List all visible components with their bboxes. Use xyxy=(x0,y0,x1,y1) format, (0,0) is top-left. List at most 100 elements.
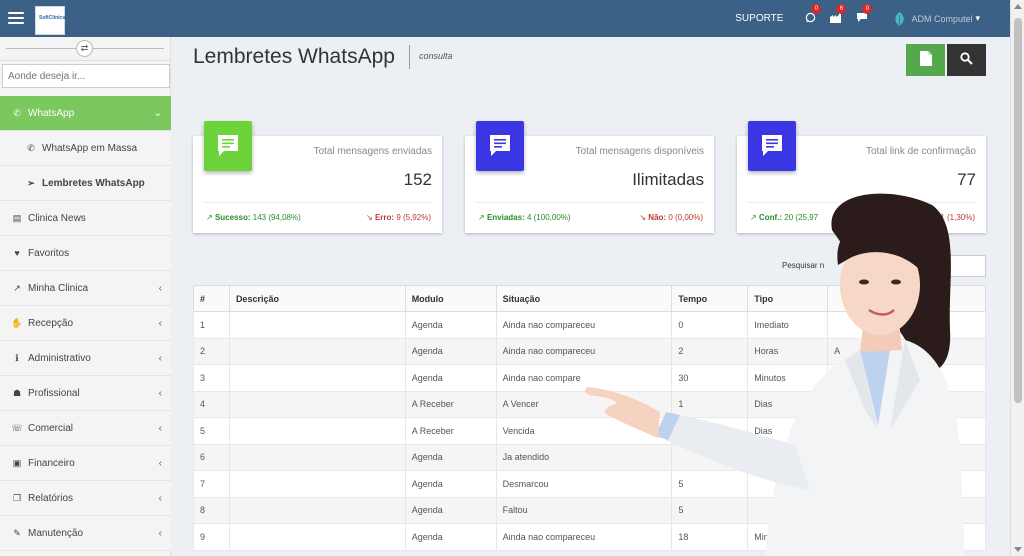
sidebar-item-minha-clinica[interactable]: ↗ Minha Clinica ‹ xyxy=(0,271,171,306)
card-left-value: 143 (94,08%) xyxy=(252,213,301,222)
newspaper-icon: ▤ xyxy=(12,212,22,223)
whatsapp-icon: ✆ xyxy=(13,107,21,118)
sidebar-item-administrativo[interactable]: ℹ Administrativo ‹ xyxy=(0,341,171,376)
sidebar-item-whatsapp[interactable]: ✆ WhatsApp ⌄ xyxy=(0,96,171,131)
factory-notification-icon[interactable]: 6 xyxy=(830,3,847,26)
chat-notification-icon[interactable]: 0 xyxy=(856,3,873,26)
card-title: Total link de confirmação xyxy=(865,146,976,157)
table-cell xyxy=(228,311,406,339)
card-title: Total mensagens enviadas xyxy=(313,146,432,157)
notification-badge: 6 xyxy=(836,3,847,14)
sidebar-item-label: Lembretes WhatsApp xyxy=(42,177,145,189)
column-header[interactable]: Descrição xyxy=(228,285,406,312)
whatsapp-notification-icon[interactable]: 0 xyxy=(805,3,822,26)
table-cell xyxy=(228,496,406,524)
search-icon xyxy=(960,52,973,65)
table-cell xyxy=(228,470,406,498)
table-cell: 6 xyxy=(193,443,230,471)
divider xyxy=(203,202,432,203)
search-button[interactable] xyxy=(947,44,986,76)
swap-icon[interactable]: ⇄ xyxy=(76,40,93,57)
table-cell xyxy=(228,417,406,445)
sidebar-item-whatsapp-em-massa[interactable]: ✆ WhatsApp em Massa xyxy=(0,131,171,166)
trend-up-icon: ↗ xyxy=(478,213,487,222)
scroll-down-icon[interactable] xyxy=(1014,547,1022,552)
doctor-photo xyxy=(584,193,965,556)
file-icon xyxy=(919,51,932,66)
app-logo[interactable]: SoftClinica xyxy=(35,6,65,35)
scrollbar-thumb[interactable] xyxy=(1014,18,1022,403)
sidebar-item-recep-o[interactable]: ✋ Recepção ‹ xyxy=(0,306,171,341)
column-header[interactable]: # xyxy=(193,285,230,312)
chevron-left-icon: ‹ xyxy=(158,282,162,294)
sidebar-item-manuten-o[interactable]: ✎ Manutenção ‹ xyxy=(0,516,171,551)
card-left-label: Enviadas: xyxy=(486,213,525,222)
table-cell xyxy=(228,523,406,551)
notification-badge: 0 xyxy=(862,3,873,14)
page-scrollbar[interactable] xyxy=(1010,0,1024,556)
table-cell: Agenda xyxy=(404,311,497,339)
new-document-button[interactable] xyxy=(906,44,945,76)
sidebar-item-label: Manutenção xyxy=(28,527,84,539)
sidebar-item-label: Financeiro xyxy=(28,457,75,469)
sidebar-item-label: Administrativo xyxy=(28,352,91,364)
chevron-left-icon: ‹ xyxy=(158,352,162,364)
sidebar-item-favoritos[interactable]: ♥ Favoritos xyxy=(0,236,171,271)
top-navbar: SoftClinica SUPORTE 0 6 0 ADM Computel ▾ xyxy=(0,0,1010,37)
table-cell: Agenda xyxy=(404,496,497,524)
card-title: Total mensagens disponíveis xyxy=(575,146,704,157)
table-cell: 3 xyxy=(193,364,230,392)
message-icon xyxy=(748,121,796,171)
card-footer-left: ↗ Sucesso: 143 (94,08%) xyxy=(206,213,301,222)
sidebar-item-financeiro[interactable]: ▣ Financeiro ‹ xyxy=(0,446,171,481)
sidebar-item-relat-rios[interactable]: ❐ Relatórios ‹ xyxy=(0,481,171,516)
table-cell: Agenda xyxy=(404,364,497,392)
trend-up-icon: ↗ xyxy=(206,213,215,222)
sidebar-toggle-row: ⇄ xyxy=(0,37,170,61)
trend-down-icon: ↘ xyxy=(366,213,375,222)
table-cell xyxy=(228,443,406,471)
chart-icon: ↗ xyxy=(13,282,21,293)
card-right-value: 9 (5,92%) xyxy=(396,213,431,222)
sidebar-item-comercial[interactable]: ☏ Comercial ‹ xyxy=(0,411,171,446)
title-divider xyxy=(409,45,410,69)
leaf-icon xyxy=(895,11,905,26)
sidebar-item-label: Minha Clinica xyxy=(28,282,89,294)
send-icon: ➢ xyxy=(27,177,35,188)
support-link[interactable]: SUPORTE xyxy=(735,13,783,24)
card-left-label: Sucesso: xyxy=(214,213,251,222)
card-footer-left: ↗ Enviadas: 4 (100,00%) xyxy=(478,213,571,222)
card-value: 152 xyxy=(403,170,432,189)
chevron-left-icon: ‹ xyxy=(158,492,162,504)
stat-card: Total mensagens enviadas 152 ↗ Sucesso: 14… xyxy=(193,121,442,233)
sidebar-item-label: Recepção xyxy=(28,317,74,329)
user-name: ADM Computel xyxy=(911,13,973,24)
table-cell: 1 xyxy=(193,311,230,339)
chevron-down-icon: ⌄ xyxy=(153,107,162,119)
sidebar-item-label: Clinica News xyxy=(28,212,86,224)
top-right-area: SUPORTE 0 6 0 ADM Computel ▾ xyxy=(735,0,980,37)
table-cell xyxy=(228,364,406,392)
scroll-up-icon[interactable] xyxy=(1014,4,1022,9)
column-header[interactable]: Modulo xyxy=(404,285,497,312)
handshake-icon: ✋ xyxy=(11,317,23,328)
card-right-label: Erro: xyxy=(374,213,395,222)
user-md-icon: ☗ xyxy=(12,387,22,398)
info-icon: ℹ xyxy=(15,352,19,363)
message-icon xyxy=(476,121,524,171)
hamburger-menu-icon[interactable] xyxy=(8,9,24,27)
table-cell xyxy=(228,337,406,365)
table-cell: Agenda xyxy=(404,443,497,471)
sidebar-search-input[interactable] xyxy=(2,64,170,88)
sidebar-item-clinica-news[interactable]: ▤ Clinica News xyxy=(0,201,171,236)
sidebar: ⇄ ✆ WhatsApp ⌄ ✆ WhatsApp em Massa ➢ Lembretes… xyxy=(0,37,171,556)
sidebar-item-label: WhatsApp em Massa xyxy=(42,142,138,154)
card-value: Ilimitadas xyxy=(632,170,704,189)
table-cell: Agenda xyxy=(404,470,497,498)
sidebar-item-profissional[interactable]: ☗ Profissional ‹ xyxy=(0,376,171,411)
chevron-left-icon: ‹ xyxy=(158,527,162,539)
table-cell: 8 xyxy=(193,496,230,524)
user-menu[interactable]: ADM Computel ▾ xyxy=(894,11,980,26)
sidebar-item-lembretes-whatsapp[interactable]: ➢ Lembretes WhatsApp xyxy=(0,166,171,201)
heart-icon: ♥ xyxy=(14,248,20,258)
